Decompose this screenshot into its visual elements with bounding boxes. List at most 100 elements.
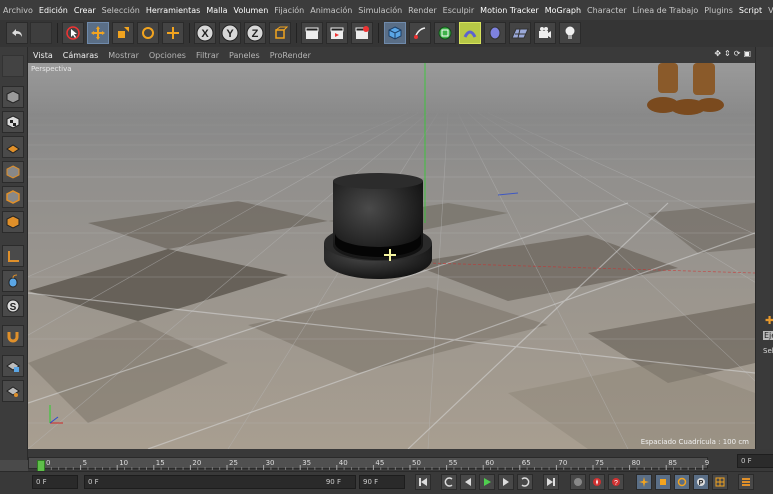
polygons-mode-button[interactable]: [2, 211, 24, 233]
planar-workplane-button[interactable]: [2, 380, 24, 402]
snap-button[interactable]: S: [2, 295, 24, 317]
zoom-icon[interactable]: ⇕: [724, 49, 731, 58]
viewport-menu-paneles[interactable]: Paneles: [224, 51, 265, 60]
make-editable-button[interactable]: [2, 55, 24, 77]
viewport-menu-filtrar[interactable]: Filtrar: [191, 51, 224, 60]
pan-icon[interactable]: ✥: [714, 49, 721, 58]
locked-workplane-button[interactable]: [2, 355, 24, 377]
menu-malla[interactable]: Malla: [203, 6, 230, 15]
add-floor-button[interactable]: [509, 22, 531, 44]
enable-snap-button[interactable]: [2, 325, 24, 347]
model-mode-button[interactable]: [2, 86, 24, 108]
top-hat-object[interactable]: [324, 173, 432, 279]
previous-key-button[interactable]: [441, 474, 457, 490]
texture-mode-button[interactable]: [2, 111, 24, 133]
scale-tool-button[interactable]: [112, 22, 134, 44]
autokeying-button[interactable]: ?: [608, 474, 624, 490]
menu-character[interactable]: Character: [584, 6, 630, 15]
z-axis-lock-button[interactable]: Z: [244, 22, 266, 44]
undo-button[interactable]: [6, 22, 28, 44]
current-frame-field[interactable]: 0 F: [32, 475, 78, 489]
key-scale-button[interactable]: [655, 474, 671, 490]
timeline-tick-label: 35: [302, 459, 311, 467]
max-frame-field[interactable]: 90 F: [359, 475, 405, 489]
menu-seleccion[interactable]: Selección: [99, 6, 143, 15]
axis-mode-button[interactable]: [2, 245, 24, 267]
rotate-tool-button[interactable]: [137, 22, 159, 44]
pivot-handle-icon[interactable]: [384, 249, 396, 261]
camera-icon: [539, 27, 551, 38]
menu-simulacion[interactable]: Simulación: [355, 6, 405, 15]
coordinate-system-button[interactable]: [269, 22, 291, 44]
perspective-viewport[interactable]: Perspectiva Espaciado Cuadrícula : 100 c…: [28, 63, 755, 449]
subdivision-icon: [438, 26, 452, 40]
viewport-menu-prorender[interactable]: ProRender: [265, 51, 316, 60]
timeline-current-frame[interactable]: 0 F: [737, 454, 773, 468]
timeline-menu-button[interactable]: [738, 474, 754, 490]
y-axis-lock-button[interactable]: Y: [219, 22, 241, 44]
key-pla-button[interactable]: [712, 474, 728, 490]
timeline[interactable]: 0 5 10 15 20 25 30 35 40 45 50 55 60 65 70 75 80 85 90 0 F: [28, 449, 773, 472]
key-rotation-button[interactable]: [674, 474, 690, 490]
render-to-picture-viewer-button[interactable]: [326, 22, 348, 44]
skip-end-icon: [547, 478, 555, 486]
workplane-mode-button[interactable]: [2, 136, 24, 158]
add-cube-button[interactable]: [384, 22, 406, 44]
menu-volumen[interactable]: Volumen: [230, 6, 271, 15]
add-environment-button[interactable]: [484, 22, 506, 44]
menu-fijacion[interactable]: Fijación: [271, 6, 307, 15]
viewport-nav-icons: ✥ ⇕ ⟳ ▣: [714, 49, 751, 58]
timeline-ruler[interactable]: 0 5 10 15 20 25 30 35 40 45 50 55 60 65 70 75 80 85 90: [28, 457, 709, 472]
play-button[interactable]: [479, 474, 495, 490]
menu-plugins[interactable]: Plugins: [701, 6, 736, 15]
move-tool-button[interactable]: [87, 22, 109, 44]
menu-script[interactable]: Script: [736, 6, 765, 15]
points-cube-icon: [6, 165, 20, 179]
add-spline-button[interactable]: [409, 22, 431, 44]
orbit-icon[interactable]: ⟳: [734, 49, 741, 58]
viewport-menu-camaras[interactable]: Cámaras: [58, 51, 104, 60]
go-to-start-button[interactable]: [415, 474, 431, 490]
go-to-end-button[interactable]: [543, 474, 559, 490]
edges-mode-button[interactable]: [2, 186, 24, 208]
menu-archivo[interactable]: Archivo: [0, 6, 36, 15]
record-active-objects-button[interactable]: [589, 474, 605, 490]
polygons-cube-icon: [6, 215, 20, 229]
menu-mograph[interactable]: MoGraph: [542, 6, 584, 15]
menu-esculpir[interactable]: Esculpir: [440, 6, 478, 15]
menu-render[interactable]: Render: [405, 6, 439, 15]
preview-range-slider[interactable]: 0 F 90 F: [84, 475, 356, 489]
viewport-menu-mostrar[interactable]: Mostrar: [103, 51, 144, 60]
render-view-button[interactable]: [301, 22, 323, 44]
maximize-icon[interactable]: ▣: [743, 49, 751, 58]
add-generator-button[interactable]: [434, 22, 456, 44]
next-key-button[interactable]: [517, 474, 533, 490]
add-deformer-button[interactable]: [459, 22, 481, 44]
edges-cube-icon: [6, 190, 20, 204]
add-icon[interactable]: ✚: [765, 314, 773, 327]
points-mode-button[interactable]: [2, 161, 24, 183]
menu-animacion[interactable]: Animación: [307, 6, 355, 15]
key-parameter-button[interactable]: P: [693, 474, 709, 490]
previous-frame-button[interactable]: [460, 474, 476, 490]
live-selection-button[interactable]: [62, 22, 84, 44]
menu-herramientas[interactable]: Herramientas: [143, 6, 204, 15]
add-camera-button[interactable]: [534, 22, 556, 44]
redo-button[interactable]: [30, 22, 52, 44]
menu-edicion[interactable]: Edición: [36, 6, 71, 15]
tab-eje[interactable]: Eje: [763, 331, 773, 340]
menu-crear[interactable]: Crear: [71, 6, 99, 15]
viewport-menu-vista[interactable]: Vista: [28, 51, 58, 60]
menu-v[interactable]: V: [765, 6, 773, 15]
recent-tools-button[interactable]: [162, 22, 184, 44]
add-light-button[interactable]: [559, 22, 581, 44]
tweak-mode-button[interactable]: [2, 270, 24, 292]
render-settings-button[interactable]: [351, 22, 373, 44]
next-frame-button[interactable]: [498, 474, 514, 490]
menu-motion-tracker[interactable]: Motion Tracker: [477, 6, 542, 15]
viewport-menu-opciones[interactable]: Opciones: [144, 51, 191, 60]
motion-record-button[interactable]: [570, 474, 586, 490]
menu-linea-de-trabajo[interactable]: Línea de Trabajo: [630, 6, 702, 15]
key-position-button[interactable]: [636, 474, 652, 490]
x-axis-lock-button[interactable]: X: [194, 22, 216, 44]
